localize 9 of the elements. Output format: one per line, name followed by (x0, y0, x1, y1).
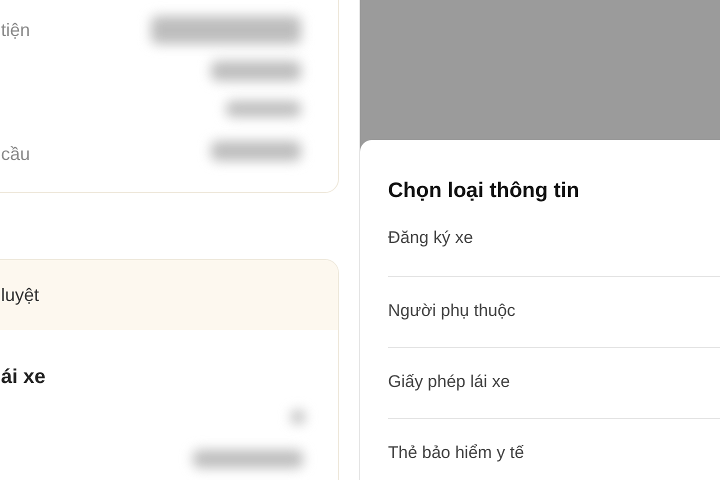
sheet-title: Chọn loại thông tin (388, 178, 580, 204)
field-label: cầu (1, 143, 30, 166)
option-item[interactable]: Đăng ký xe (388, 224, 474, 250)
field-label: tiện (1, 19, 30, 42)
card-title: ái xe (1, 366, 46, 388)
option-item[interactable]: Giấy phép lái xe (388, 368, 510, 394)
option-item[interactable]: Người phụ thuộc (388, 298, 516, 324)
status-text: luyệt (1, 284, 40, 307)
option-item[interactable]: Thẻ bảo hiểm y tế (388, 440, 524, 466)
